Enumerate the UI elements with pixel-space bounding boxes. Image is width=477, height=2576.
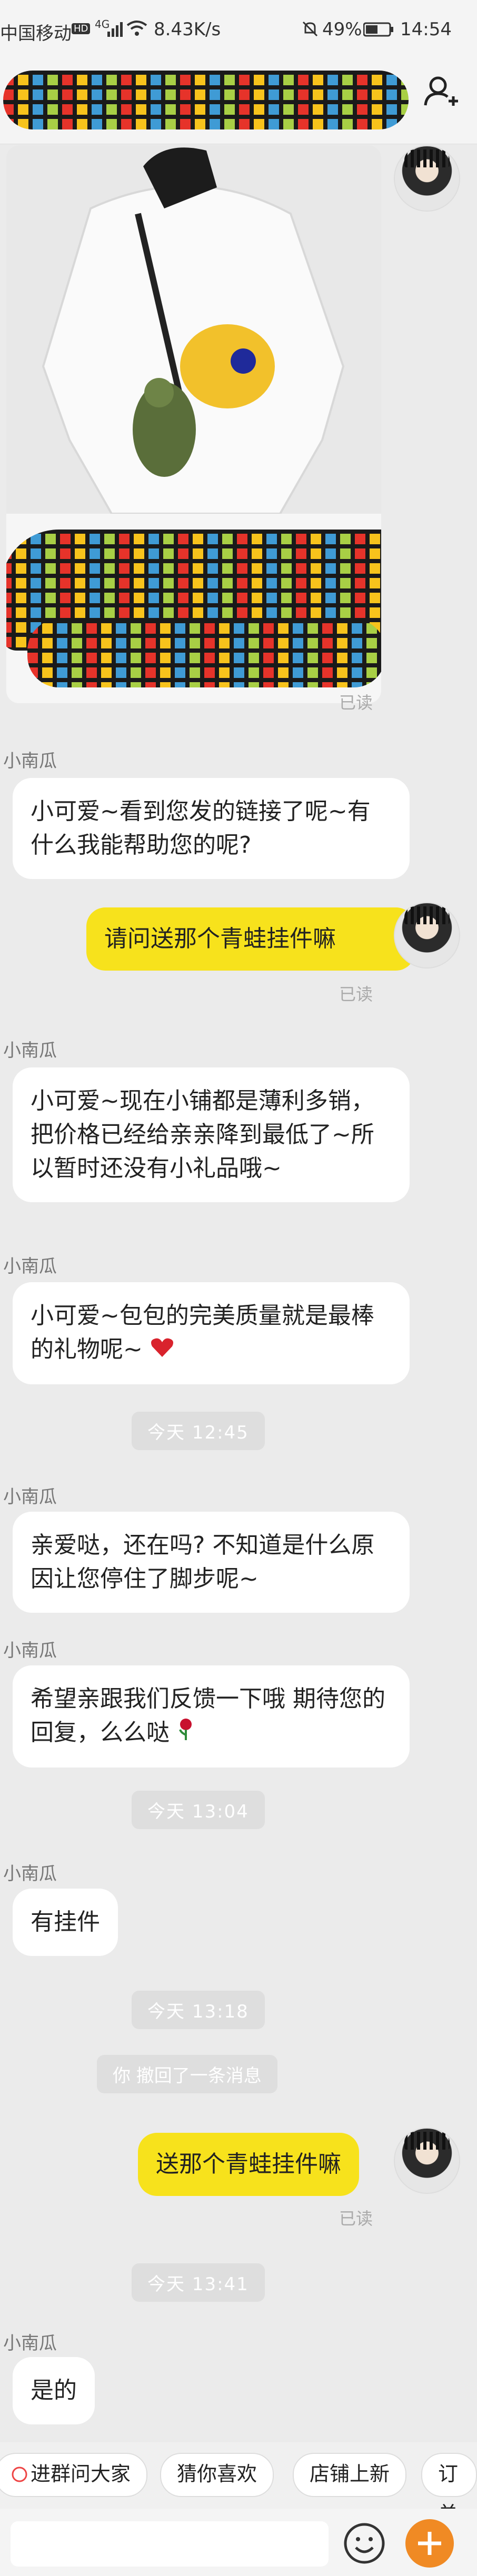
self-avatar[interactable] <box>394 902 460 969</box>
message-text: 小可爱~包包的完美质量就是最棒的礼物呢~ <box>31 1302 374 1363</box>
self-avatar[interactable] <box>394 2128 460 2194</box>
incoming-message: 小可爱~看到您发的链接了呢~有什么我能帮助您的呢? <box>13 778 410 879</box>
incoming-message: 是的 <box>13 2357 95 2424</box>
outgoing-message: 送那个青蛙挂件嘛 <box>138 2133 359 2196</box>
read-receipt: 已读 <box>339 693 373 713</box>
mute-icon <box>301 20 319 38</box>
sender-name: 小南瓜 <box>3 751 57 772</box>
group-icon <box>12 2455 27 2495</box>
emoji-icon[interactable] <box>342 2521 386 2565</box>
quick-reply-chip[interactable]: 订单 <box>421 2453 477 2525</box>
carrier-label: 中国移动 <box>0 23 72 44</box>
more-icon[interactable] <box>405 2519 454 2568</box>
incoming-message: 亲爱哒，还在吗? 不知道是什么原因让您停住了脚步呢~ <box>13 1512 410 1613</box>
read-receipt: 已读 <box>339 2209 373 2229</box>
rose-icon <box>177 1717 195 1751</box>
signal-icon <box>107 21 123 37</box>
recall-notice: 你 撤回了一条消息 <box>97 2055 277 2093</box>
chip-label: 进群问大家 <box>31 2462 131 2485</box>
network-speed: 8.43K/s <box>154 19 221 40</box>
product-image-message[interactable] <box>6 145 381 703</box>
redacted-shop-name <box>3 71 409 129</box>
incoming-message: 小可爱~包包的完美质量就是最棒的礼物呢~ <box>13 1282 410 1384</box>
user-icon[interactable] <box>419 71 461 113</box>
redacted-product-price <box>27 619 381 687</box>
incoming-message: 希望亲跟我们反馈一下哦 期待您的回复，么么哒 <box>13 1665 410 1768</box>
battery-percent: 49% <box>322 19 362 40</box>
clock: 14:54 <box>400 19 452 40</box>
sender-name: 小南瓜 <box>3 1486 57 1507</box>
incoming-message: 小可爱~现在小铺都是薄利多销，把价格已经给亲亲降到最低了~所以暂时还没有小礼品哦… <box>13 1067 410 1202</box>
sender-name: 小南瓜 <box>3 1256 57 1277</box>
outgoing-message: 请问送那个青蛙挂件嘛 <box>86 907 415 971</box>
timestamp: 今天 13:04 <box>132 1791 265 1829</box>
timestamp: 今天 13:18 <box>132 1991 265 2029</box>
battery-icon <box>363 22 394 37</box>
network-badge: HD <box>72 23 91 34</box>
quick-reply-bar: 进群问大家 猜你喜欢 店铺上新 订单 <box>0 2442 477 2525</box>
incoming-message: 有挂件 <box>13 1889 118 1956</box>
input-bar <box>0 2509 477 2576</box>
quick-reply-chip[interactable]: 店铺上新 <box>293 2453 407 2497</box>
self-avatar[interactable] <box>394 145 460 212</box>
read-receipt: 已读 <box>339 984 373 1004</box>
message-input[interactable] <box>11 2521 329 2567</box>
sender-name: 小南瓜 <box>3 1640 57 1661</box>
sender-name: 小南瓜 <box>3 1040 57 1061</box>
timestamp: 今天 12:45 <box>132 1412 265 1450</box>
timestamp: 今天 13:41 <box>132 2263 265 2302</box>
sender-name: 小南瓜 <box>3 2333 57 2354</box>
message-text: 希望亲跟我们反馈一下哦 期待您的回复，么么哒 <box>31 1685 385 1746</box>
product-photo <box>6 145 381 515</box>
quick-reply-chip[interactable]: 猜你喜欢 <box>160 2453 274 2497</box>
sender-name: 小南瓜 <box>3 1863 57 1884</box>
chat-header <box>0 62 477 144</box>
heart-icon <box>150 1334 174 1367</box>
status-bar: 中国移动 HD 4G 8.43K/s 49% 14:54 <box>0 0 477 62</box>
wifi-icon <box>126 20 147 37</box>
quick-reply-chip[interactable]: 进群问大家 <box>0 2453 148 2497</box>
